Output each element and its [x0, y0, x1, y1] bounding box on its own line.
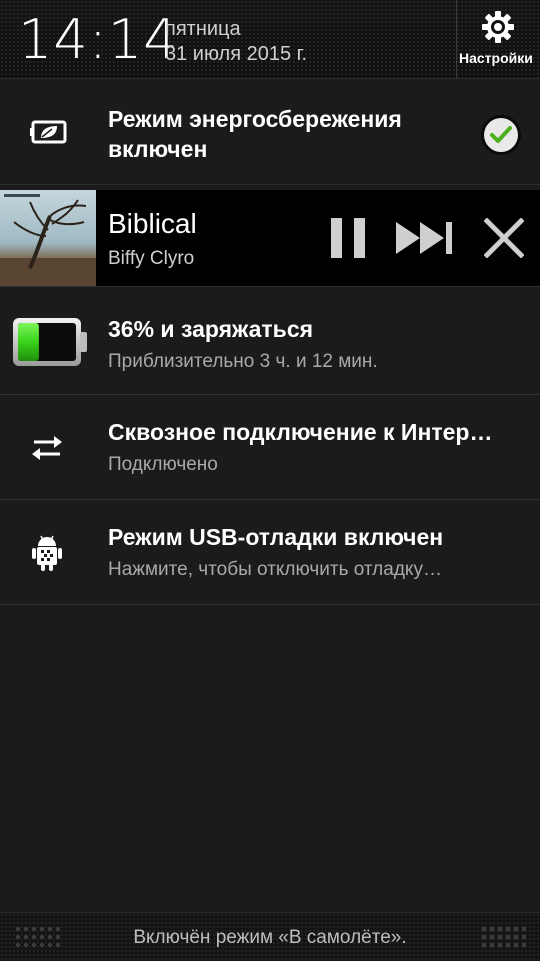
artist-name: Biffy Clyro [108, 248, 195, 269]
weekday: пятница [165, 18, 241, 40]
checkmark-toggle-icon[interactable] [480, 114, 522, 156]
battery-title: 36% и заряжаться [108, 316, 314, 342]
tethering-title: Сквозное подключение к Интер… [108, 419, 493, 445]
power-saving-title-line1: Режим энергосбережения [108, 106, 402, 132]
skip-next-icon[interactable] [396, 220, 456, 256]
album-art [0, 190, 96, 286]
settings-button[interactable]: Настройки [456, 0, 540, 78]
power-saving-notification[interactable]: Режим энергосбережения включен [0, 80, 540, 185]
usb-debug-notification[interactable]: Режим USB-отладки включен Нажмите, чтобы… [0, 500, 540, 605]
battery-level-fill [18, 323, 39, 361]
album-tree-image [0, 194, 96, 286]
close-icon[interactable] [484, 218, 524, 258]
media-player-notification[interactable]: Biblical Biffy Clyro [0, 190, 540, 287]
tethering-notification[interactable]: Сквозное подключение к Интер… Подключено [0, 395, 540, 500]
pause-icon[interactable] [328, 216, 368, 260]
power-saving-title-line2: включен [108, 136, 208, 162]
notification-header: 14:14 пятница 31 июля 2015 г. Настройки [0, 0, 540, 79]
song-title: Biblical [108, 208, 197, 239]
tethering-subtitle: Подключено [108, 454, 218, 475]
airplane-mode-status: Включён режим «В самолёте». [133, 927, 407, 948]
clock-time: 14:14 [18, 8, 179, 71]
battery-subtitle: Приблизительно 3 ч. и 12 мин. [108, 351, 378, 372]
date: 31 июля 2015 г. [165, 43, 308, 65]
gear-icon [482, 11, 514, 43]
android-debug-icon [32, 535, 62, 571]
usb-debug-title: Режим USB-отладки включен [108, 524, 444, 550]
settings-label: Настройки [459, 50, 533, 66]
drag-handle-right[interactable] [480, 925, 526, 949]
airplane-mode-bar[interactable]: Включён режим «В самолёте». [0, 912, 540, 961]
battery-notification[interactable]: 36% и заряжаться Приблизительно 3 ч. и 1… [0, 290, 540, 395]
battery-icon [13, 318, 87, 366]
transfer-arrows-icon [32, 436, 62, 460]
battery-leaf-icon [30, 120, 67, 144]
usb-debug-subtitle: Нажмите, чтобы отключить отладку… [108, 559, 442, 580]
